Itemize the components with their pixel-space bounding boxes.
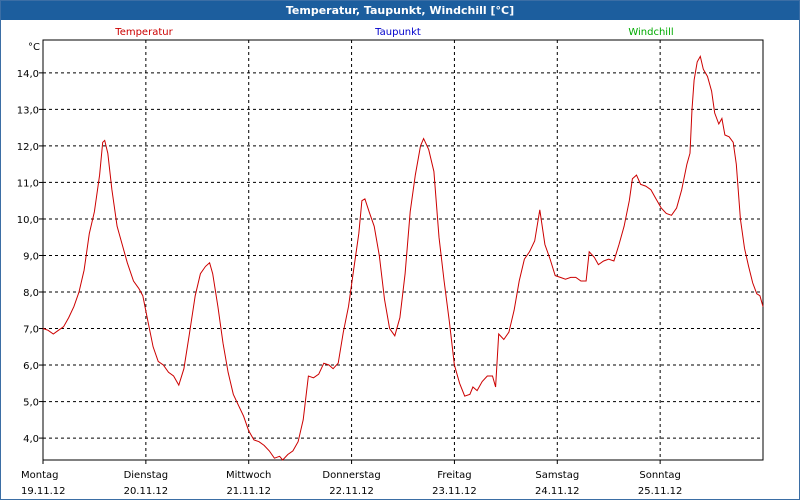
x-tick-date-label: 25.11.12 — [638, 486, 683, 497]
grid — [43, 40, 763, 460]
y-tick-label: 14,0 — [17, 69, 39, 80]
x-tick-date-label: 20.11.12 — [124, 486, 169, 497]
x-tick-day-label: Freitag — [437, 470, 471, 481]
x-tick-date-label: 21.11.12 — [226, 486, 271, 497]
x-tick-day-label: Mittwoch — [226, 470, 271, 481]
legend-entry: Windchill — [628, 27, 673, 38]
series-layer — [42, 55, 764, 461]
y-tick-label: 11,0 — [17, 178, 39, 189]
y-axis: 4,0 5,0 6,0 7,0 8,0 9,0 10,0 11,0 12,0 13,0 14,0 — [17, 69, 43, 445]
x-tick-day-label: Sonntag — [639, 470, 681, 481]
x-tick-date-label: 23.11.12 — [432, 486, 477, 497]
x-tick-date-label: 24.11.12 — [535, 486, 580, 497]
legend-entry: Taupunkt — [374, 27, 421, 38]
x-tick-date-label: 22.11.12 — [329, 486, 374, 497]
y-tick-label: 12,0 — [17, 142, 39, 153]
series-line-temperatur — [42, 55, 764, 461]
x-tick-date-label: 19.11.12 — [21, 486, 66, 497]
y-tick-label: 4,0 — [23, 434, 39, 445]
legend-entry: Temperatur — [114, 27, 173, 38]
x-tick-day-label: Donnerstag — [322, 470, 380, 481]
y-axis-unit-label: °C — [28, 42, 40, 53]
y-tick-label: 10,0 — [17, 215, 39, 226]
x-tick-day-label: Dienstag — [124, 470, 169, 481]
legend: Temperatur Taupunkt Windchill — [114, 27, 673, 38]
plot-area — [42, 39, 764, 461]
y-tick-label: 6,0 — [23, 361, 39, 372]
y-tick-label: 7,0 — [23, 325, 39, 336]
y-tick-label: 9,0 — [23, 251, 39, 262]
y-tick-label: 5,0 — [23, 398, 39, 409]
y-tick-label: 8,0 — [23, 288, 39, 299]
x-axis: Montag 19.11.12 Dienstag 20.11.12 Mittwoch 21… — [21, 460, 682, 497]
x-tick-day-label: Montag — [21, 470, 58, 481]
x-tick-day-label: Samstag — [535, 470, 579, 481]
y-tick-label: 13,0 — [17, 105, 39, 116]
chart-canvas: 4,0 5,0 6,0 7,0 8,0 9,0 10,0 11,0 12,0 13,0 14,0 M… — [17, 27, 764, 497]
chart-window: Temperatur, Taupunkt, Windchill [°C] 4,0… — [0, 0, 800, 500]
